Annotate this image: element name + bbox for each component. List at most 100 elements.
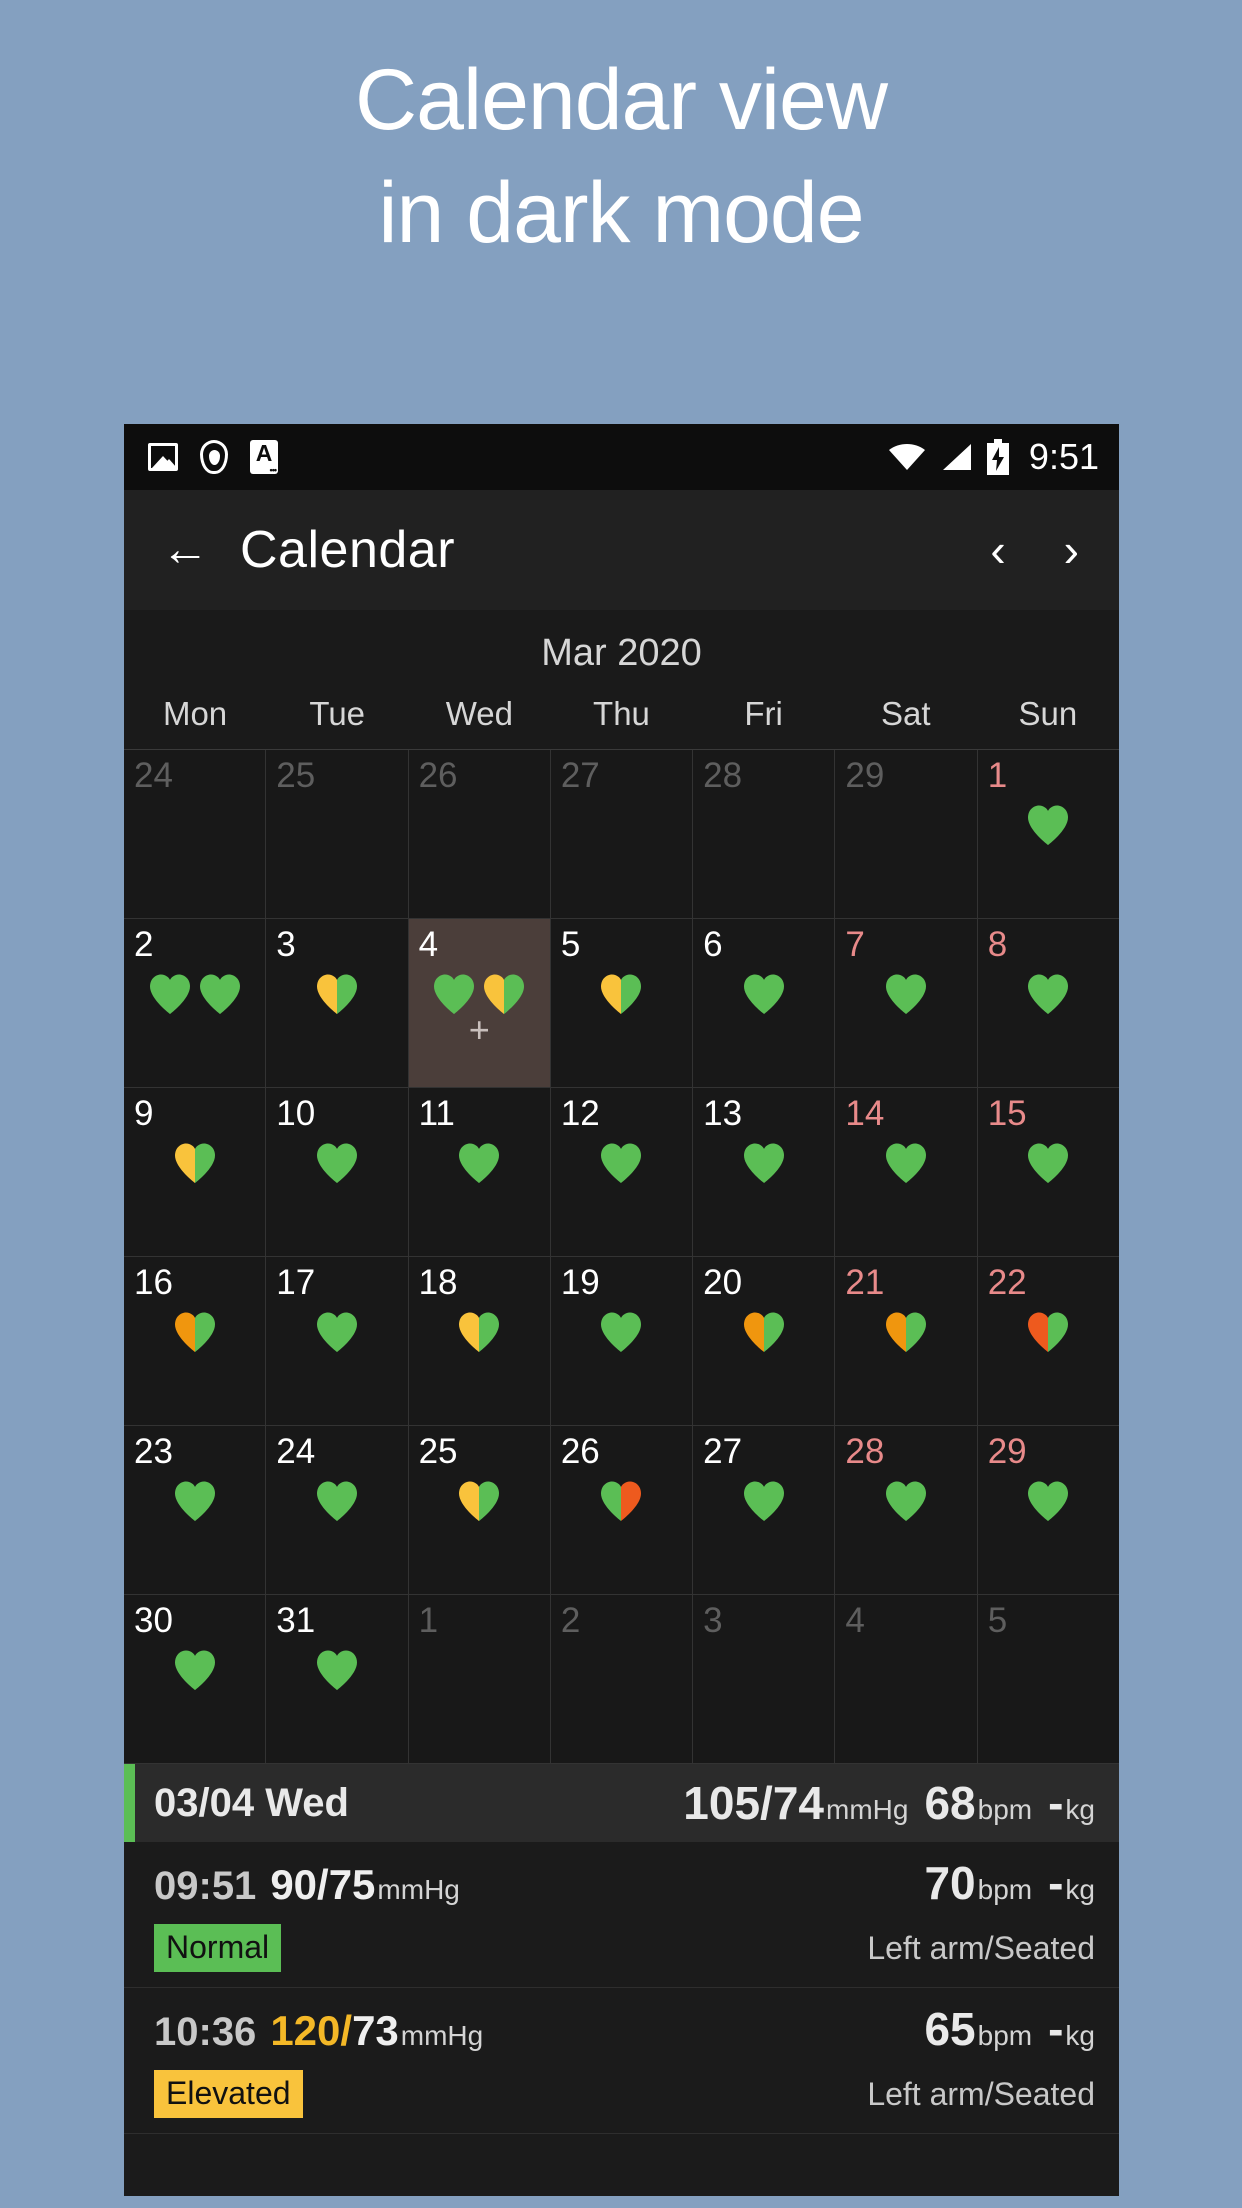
day-number: 1 <box>418 1601 439 1640</box>
calendar-day-cell[interactable]: 18 <box>409 1257 551 1425</box>
calendar-day-cell[interactable]: 20 <box>693 1257 836 1425</box>
add-reading-icon[interactable]: + <box>469 1012 490 1048</box>
calendar-day-cell[interactable]: 15 <box>978 1088 1119 1256</box>
day-heart-group <box>884 1142 928 1184</box>
heart-wrapper <box>315 1142 359 1184</box>
day-number: 9 <box>134 1094 154 1133</box>
day-number: 24 <box>134 756 173 795</box>
day-number: 28 <box>703 756 743 795</box>
calendar-day-cell[interactable]: 10 <box>266 1088 409 1256</box>
calendar-day-cell[interactable]: 14 <box>835 1088 978 1256</box>
calendar-day-cell[interactable]: 2 <box>551 1595 694 1763</box>
calendar-day-cell[interactable]: 30 <box>124 1595 267 1763</box>
wifi-icon <box>888 444 925 470</box>
heart-indicator-icon <box>174 1312 215 1352</box>
calendar-day-cell[interactable]: 4 <box>835 1595 978 1763</box>
reading-list-item[interactable]: 10:36 120/73 mmHg 65 bpm - kg Elevated Left arm/… <box>124 1988 1119 2134</box>
heart-wrapper <box>315 1311 359 1353</box>
calendar-day-cell[interactable]: 9 <box>124 1088 267 1256</box>
summary-date: 03/04 Wed <box>154 1780 349 1825</box>
calendar-day-cell[interactable]: 2 <box>124 919 267 1087</box>
weekday-label-wed: Wed <box>445 695 513 732</box>
calendar-day-cell[interactable]: 1 <box>978 750 1119 918</box>
alpha-notification-icon: A <box>250 440 278 475</box>
day-heart-group <box>1026 804 1070 846</box>
calendar-day-cell[interactable]: 22 <box>978 1257 1119 1425</box>
day-heart-group <box>599 1311 643 1353</box>
calendar-day-cell[interactable]: 26 <box>551 1426 694 1594</box>
calendar-day-cell[interactable]: 8 <box>978 919 1119 1087</box>
heart-indicator-icon <box>174 1650 215 1690</box>
calendar-day-cell[interactable]: 13 <box>693 1088 836 1256</box>
summary-bp: 105/74 <box>683 1777 824 1829</box>
day-heart-group <box>173 1142 217 1184</box>
next-month-icon[interactable]: › <box>1064 527 1079 573</box>
heart-wrapper <box>599 1480 643 1522</box>
reading-list-item[interactable]: 09:51 90/75 mmHg 70 bpm - kg Normal Left arm/Sea… <box>124 1842 1119 1988</box>
heart-wrapper <box>315 1480 359 1522</box>
heart-indicator-icon <box>601 1312 642 1352</box>
calendar-week-row: 30 31 1 2 3 4 5 <box>124 1595 1119 1764</box>
day-summary-bar[interactable]: 03/04 Wed 105/74 mmHg 68 bpm - kg <box>124 1764 1119 1842</box>
calendar-day-cell[interactable]: 17 <box>266 1257 409 1425</box>
calendar-day-cell[interactable]: 23 <box>124 1426 267 1594</box>
heart-indicator-icon <box>149 974 190 1014</box>
calendar-day-cell[interactable]: 27 <box>693 1426 836 1594</box>
day-heart-group <box>173 1311 217 1353</box>
heart-wrapper <box>148 973 192 1015</box>
calendar-day-cell[interactable]: 28 <box>693 750 836 918</box>
calendar-day-cell[interactable]: 11 <box>409 1088 551 1256</box>
day-number: 22 <box>987 1263 1027 1302</box>
day-number: 5 <box>987 1601 1008 1640</box>
status-badge: Normal <box>154 1924 282 1972</box>
calendar-day-cell[interactable]: 27 <box>551 750 694 918</box>
summary-weight: - <box>1048 1777 1064 1829</box>
calendar-day-cell[interactable]: 24 <box>266 1426 409 1594</box>
calendar-day-cell[interactable]: 6 <box>693 919 836 1087</box>
calendar-day-cell[interactable]: 29 <box>978 1426 1119 1594</box>
status-bar-clock: 9:51 <box>1028 436 1099 477</box>
calendar-day-cell[interactable]: 7 <box>835 919 978 1087</box>
calendar-day-cell[interactable]: 1 <box>409 1595 551 1763</box>
day-number: 14 <box>845 1094 885 1133</box>
reading-bp-slash: / <box>340 2007 353 2054</box>
prev-month-icon[interactable]: ‹ <box>990 527 1005 573</box>
weekday-label-sat: Sat <box>881 695 931 732</box>
reading-pulse-unit: bpm <box>977 1874 1033 1905</box>
reading-position: Left arm/Seated <box>867 1929 1095 1966</box>
calendar-day-cell[interactable]: 12 <box>551 1088 694 1256</box>
heart-indicator-icon <box>1028 1312 1069 1352</box>
list-item-partial[interactable] <box>124 2134 1119 2196</box>
calendar-day-cell[interactable]: 5 <box>551 919 694 1087</box>
calendar-day-cell[interactable]: 26 <box>409 750 551 918</box>
calendar-day-cell[interactable]: 25 <box>266 750 409 918</box>
heart-indicator-icon <box>316 1143 357 1183</box>
calendar-day-cell[interactable]: 25 <box>409 1426 551 1594</box>
day-heart-group <box>457 1311 501 1353</box>
heart-wrapper <box>742 1142 786 1184</box>
calendar-day-cell[interactable]: 31 <box>266 1595 409 1763</box>
calendar-day-cell[interactable]: 16 <box>124 1257 267 1425</box>
calendar-day-cell[interactable]: 19 <box>551 1257 694 1425</box>
calendar-day-cell[interactable]: 29 <box>835 750 978 918</box>
heart-wrapper <box>457 1142 501 1184</box>
heart-wrapper <box>742 973 786 1015</box>
calendar-day-cell[interactable]: 4 + <box>408 919 551 1087</box>
reading-systolic: 90 <box>270 1861 318 1908</box>
back-arrow-icon[interactable]: ← <box>150 526 220 574</box>
heart-indicator-icon <box>886 1481 927 1521</box>
reading-diastolic: 75 <box>328 1861 376 1908</box>
calendar-day-cell[interactable]: 5 <box>978 1595 1119 1763</box>
heart-indicator-icon <box>1028 974 1069 1014</box>
calendar-day-cell[interactable]: 3 <box>693 1595 836 1763</box>
heart-indicator-icon <box>886 1143 927 1183</box>
day-number: 16 <box>134 1263 173 1302</box>
calendar-day-cell[interactable]: 3 <box>266 919 409 1087</box>
cell-signal-icon <box>942 444 971 470</box>
reading-weight-unit: kg <box>1065 1874 1095 1905</box>
calendar-day-cell[interactable]: 21 <box>835 1257 978 1425</box>
calendar-day-cell[interactable]: 24 <box>124 750 267 918</box>
heart-wrapper <box>198 973 242 1015</box>
day-number: 10 <box>276 1094 316 1133</box>
calendar-day-cell[interactable]: 28 <box>835 1426 978 1594</box>
